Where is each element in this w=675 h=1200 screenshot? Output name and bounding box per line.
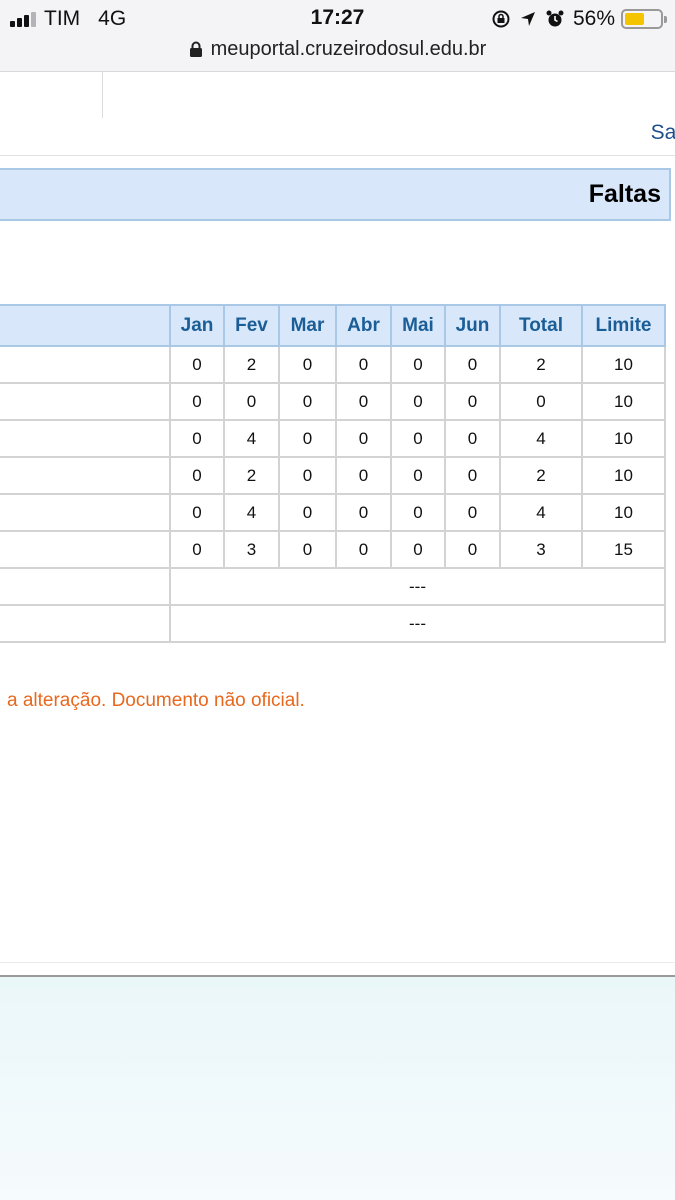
column-header: Abr — [335, 304, 392, 347]
table-header-row: Jan Fev Mar Abr Mai Jun Total Limite — [0, 304, 666, 347]
table-cell: 0 — [499, 382, 583, 421]
column-header: Mai — [390, 304, 446, 347]
table-cell: 0 — [278, 382, 337, 421]
subject-cell — [0, 382, 171, 421]
subject-cell — [0, 419, 171, 458]
table-cell: 0 — [278, 530, 337, 569]
subject-cell — [0, 493, 171, 532]
divider — [0, 962, 675, 963]
table-cell: 0 — [390, 419, 446, 458]
lock-icon — [189, 41, 202, 57]
table-cell: 10 — [581, 456, 666, 495]
section-title-bar: Faltas — [0, 168, 671, 221]
battery-icon — [621, 9, 667, 29]
location-icon — [520, 12, 535, 26]
table-row: 0 3 0 0 0 0 3 15 — [0, 530, 666, 569]
subject-cell — [0, 567, 171, 606]
table-row: 0 4 0 0 0 0 4 10 — [0, 419, 666, 458]
empty-cell: --- — [169, 604, 666, 643]
status-bar: TIM 4G 17:27 56% meuportal.cruzeirodosul — [0, 0, 675, 72]
table-cell: 10 — [581, 345, 666, 384]
table-row: 0 4 0 0 0 0 4 10 — [0, 493, 666, 532]
table-cell: 0 — [223, 382, 280, 421]
table-cell: 0 — [278, 419, 337, 458]
status-right: 56% — [491, 6, 667, 32]
empty-cell: --- — [169, 567, 666, 606]
logout-link[interactable]: Sai — [651, 121, 675, 145]
table-row-empty: --- — [0, 567, 666, 606]
table-cell: 0 — [444, 419, 501, 458]
table-cell: 3 — [499, 530, 583, 569]
table-cell: 0 — [444, 493, 501, 532]
table-cell: 0 — [390, 456, 446, 495]
table-cell: 2 — [223, 456, 280, 495]
subject-header — [0, 304, 171, 347]
table-cell: 2 — [499, 345, 583, 384]
table-cell: 2 — [499, 456, 583, 495]
table-cell: 0 — [278, 456, 337, 495]
table-cell: 10 — [581, 382, 666, 421]
subject-cell — [0, 530, 171, 569]
table-cell: 0 — [335, 530, 392, 569]
table-cell: 0 — [278, 345, 337, 384]
table-cell: 4 — [499, 419, 583, 458]
table-row: 0 0 0 0 0 0 0 10 — [0, 382, 666, 421]
table-cell: 0 — [169, 456, 225, 495]
table-cell: 0 — [169, 419, 225, 458]
page-footer — [0, 975, 675, 1200]
page-header — [0, 72, 675, 156]
column-header: Fev — [223, 304, 280, 347]
table-cell: 2 — [223, 345, 280, 384]
table-cell: 0 — [444, 456, 501, 495]
table-cell: 10 — [581, 419, 666, 458]
url-text: meuportal.cruzeirodosul.edu.br — [210, 37, 487, 60]
column-header: Jun — [444, 304, 501, 347]
table-row: 0 2 0 0 0 0 2 10 — [0, 456, 666, 495]
table-cell: 0 — [335, 345, 392, 384]
table-cell: 0 — [444, 345, 501, 384]
table-cell: 0 — [335, 382, 392, 421]
table-cell: 0 — [169, 493, 225, 532]
alarm-icon — [546, 10, 564, 27]
table-cell: 0 — [169, 382, 225, 421]
column-header: Total — [499, 304, 583, 347]
table-row: 0 2 0 0 0 0 2 10 — [0, 345, 666, 384]
table-cell: 3 — [223, 530, 280, 569]
table-cell: 0 — [169, 345, 225, 384]
battery-fill — [625, 13, 644, 25]
disclaimer-notice: a alteração. Documento não oficial. — [7, 690, 305, 711]
absences-table: Jan Fev Mar Abr Mai Jun Total Limite 0 2… — [0, 304, 666, 643]
battery-percent: 56% — [572, 7, 615, 30]
table-cell: 0 — [169, 530, 225, 569]
header-divider — [102, 72, 103, 118]
table-cell: 0 — [444, 382, 501, 421]
table-cell: 0 — [390, 530, 446, 569]
table-cell: 4 — [223, 493, 280, 532]
column-header: Mar — [278, 304, 337, 347]
subject-cell — [0, 604, 171, 643]
subject-cell — [0, 456, 171, 495]
column-header: Jan — [169, 304, 225, 347]
page-title: Faltas — [588, 180, 661, 208]
url-bar[interactable]: meuportal.cruzeirodosul.edu.br — [0, 36, 675, 62]
table-cell: 0 — [335, 493, 392, 532]
table-cell: 15 — [581, 530, 666, 569]
table-cell: 0 — [335, 456, 392, 495]
table-cell: 0 — [444, 530, 501, 569]
column-header: Limite — [581, 304, 666, 347]
table-cell: 0 — [335, 419, 392, 458]
table-cell: 0 — [390, 493, 446, 532]
table-cell: 0 — [278, 493, 337, 532]
rotation-lock-icon — [492, 10, 510, 28]
table-cell: 4 — [223, 419, 280, 458]
table-cell: 0 — [390, 382, 446, 421]
table-row-empty: --- — [0, 604, 666, 643]
table-cell: 0 — [390, 345, 446, 384]
table-cell: 4 — [499, 493, 583, 532]
subject-cell — [0, 345, 171, 384]
table-cell: 10 — [581, 493, 666, 532]
